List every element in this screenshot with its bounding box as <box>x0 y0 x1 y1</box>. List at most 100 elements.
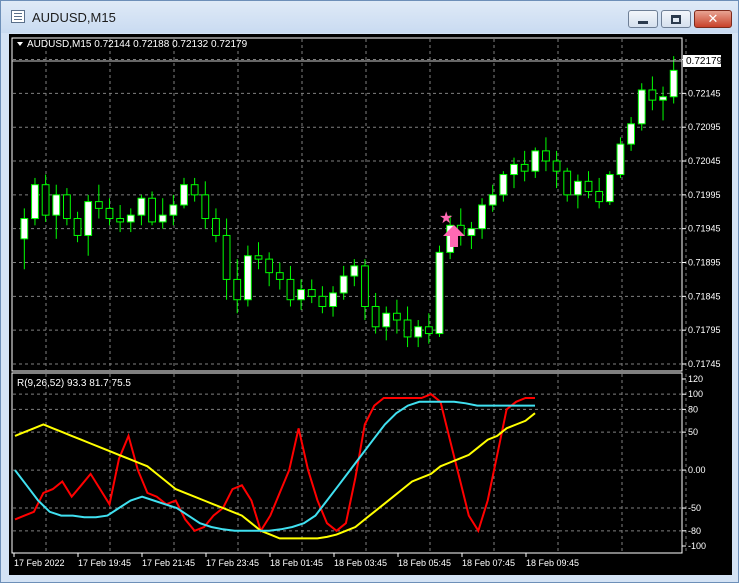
collapse-triangle-icon[interactable] <box>17 42 23 46</box>
current-price-label: 0.72179 <box>686 56 723 67</box>
candle-body-bear <box>94 201 103 209</box>
candle-body-bear <box>62 194 71 220</box>
candle-body-bull <box>669 69 678 98</box>
candle-body-bear <box>265 258 274 274</box>
candle-body-bull <box>339 275 348 294</box>
time-tick-label: 17 Feb 21:45 <box>142 558 195 568</box>
chart-window-icon <box>11 10 25 23</box>
price-chart[interactable]: 0.721950.721450.720950.720450.719950.719… <box>9 34 732 575</box>
indicator-tick-label: 80 <box>688 404 698 414</box>
chart-area[interactable]: 0.721950.721450.720950.720450.719950.719… <box>9 34 732 575</box>
candle-body-bear <box>552 160 561 172</box>
time-tick-label: 17 Feb 23:45 <box>206 558 259 568</box>
time-tick-label: 17 Feb 19:45 <box>78 558 131 568</box>
price-tick-label: 0.71895 <box>688 258 721 268</box>
price-tick-label: 0.71745 <box>688 359 721 369</box>
indicator-line-red <box>14 393 535 534</box>
candle-body-bear <box>254 255 263 260</box>
indicator-tick-label: 100 <box>688 389 703 399</box>
candle-body-bull <box>84 201 93 236</box>
candle-body-bear <box>116 218 125 223</box>
price-tick-label: 0.71845 <box>688 291 721 301</box>
window-title: AUDUSD,M15 <box>32 10 116 25</box>
candle-body-bull <box>137 197 146 216</box>
candles <box>20 56 678 348</box>
candle-body-bull <box>20 218 29 240</box>
grid <box>13 39 687 552</box>
close-icon: ✕ <box>707 11 719 27</box>
candle-body-bull <box>605 174 614 203</box>
candle-body-bull <box>467 228 476 236</box>
indicator-lines <box>14 393 536 540</box>
candle-body-bear <box>105 207 114 220</box>
candle-body-bear <box>307 289 316 297</box>
time-tick-label: 18 Feb 01:45 <box>270 558 323 568</box>
maximize-button[interactable] <box>661 10 691 28</box>
candle-body-bull <box>627 123 636 145</box>
candle-body-bull <box>499 174 508 196</box>
price-tick-label: 0.71945 <box>688 224 721 234</box>
candle-body-bear <box>148 197 156 223</box>
candle-body-bull <box>52 194 61 216</box>
star-icon: ★ <box>439 208 453 227</box>
time-tick-label: 18 Feb 05:45 <box>398 558 451 568</box>
axes: 0.721950.721450.720950.720450.719950.719… <box>13 55 721 568</box>
indicator-tick-label: 120 <box>688 374 703 384</box>
candle-body-bear <box>584 180 593 192</box>
candle-body-bear <box>222 234 231 280</box>
candle-body-bull <box>31 184 39 220</box>
candle-body-bear <box>318 295 327 307</box>
candle-body-bear <box>73 218 82 236</box>
candle-body-bear <box>286 278 295 301</box>
chart-window: AUDUSD,M15 ✕ 0.721950.721450.720950.7204… <box>0 0 739 583</box>
candle-body-bull <box>478 204 486 230</box>
time-tick-label: 17 Feb 2022 <box>14 558 65 568</box>
maximize-icon <box>671 14 681 24</box>
candle-body-bear <box>371 305 380 328</box>
candle-body-bull <box>637 89 646 125</box>
title-bar[interactable]: AUDUSD,M15 ✕ <box>1 1 738 33</box>
price-tick-label: 0.72145 <box>688 88 721 98</box>
time-tick-label: 18 Feb 03:45 <box>334 558 387 568</box>
minimize-button[interactable] <box>628 10 658 28</box>
candle-body-bull <box>488 194 497 206</box>
candle-body-bull <box>180 184 188 206</box>
candle-body-bear <box>648 89 657 101</box>
price-tick-label: 0.72095 <box>688 122 721 132</box>
candle-body-bull <box>297 289 306 301</box>
candle-body-bear <box>392 312 401 321</box>
symbol-info: AUDUSD,M15 0.72144 0.72188 0.72132 0.721… <box>27 39 248 50</box>
time-tick-label: 18 Feb 07:45 <box>462 558 515 568</box>
indicator-tick-label: -50 <box>688 503 701 513</box>
candle-body-bull <box>350 265 359 277</box>
candle-body-bull <box>169 204 178 216</box>
candle-body-bear <box>201 194 210 220</box>
candle-body-bull <box>158 214 167 223</box>
time-tick-label: 18 Feb 09:45 <box>526 558 579 568</box>
candle-body-bear <box>361 265 369 307</box>
candle-body-bear <box>233 278 242 301</box>
candle-body-bull <box>414 326 423 338</box>
indicator-pane-frame <box>11 372 683 554</box>
candle-body-bear <box>595 190 604 203</box>
candle-body-bull <box>659 96 667 101</box>
price-tick-label: 0.72045 <box>688 156 721 166</box>
candle-body-bull <box>329 292 337 307</box>
indicator-tick-label: 50 <box>688 427 698 437</box>
indicator-tick-label: -100 <box>688 541 706 551</box>
candle-body-bull <box>126 214 135 223</box>
candle-body-bear <box>41 184 50 216</box>
candle-body-bear <box>403 319 412 338</box>
price-tick-label: 0.71795 <box>688 325 721 335</box>
minimize-icon <box>638 20 648 24</box>
candle-body-bull <box>573 180 582 196</box>
indicator-tick-label: 0.00 <box>688 465 706 475</box>
candle-body-bull <box>243 255 252 301</box>
indicator-label: R(9,26,52) 93.3 81.7 75.5 <box>17 378 131 389</box>
close-button[interactable]: ✕ <box>694 10 732 28</box>
candle-body-bear <box>212 218 220 236</box>
candle-body-bull <box>531 150 540 172</box>
price-tick-label: 0.71995 <box>688 190 721 200</box>
candle-body-bull <box>435 251 444 335</box>
candle-body-bull <box>382 312 391 328</box>
